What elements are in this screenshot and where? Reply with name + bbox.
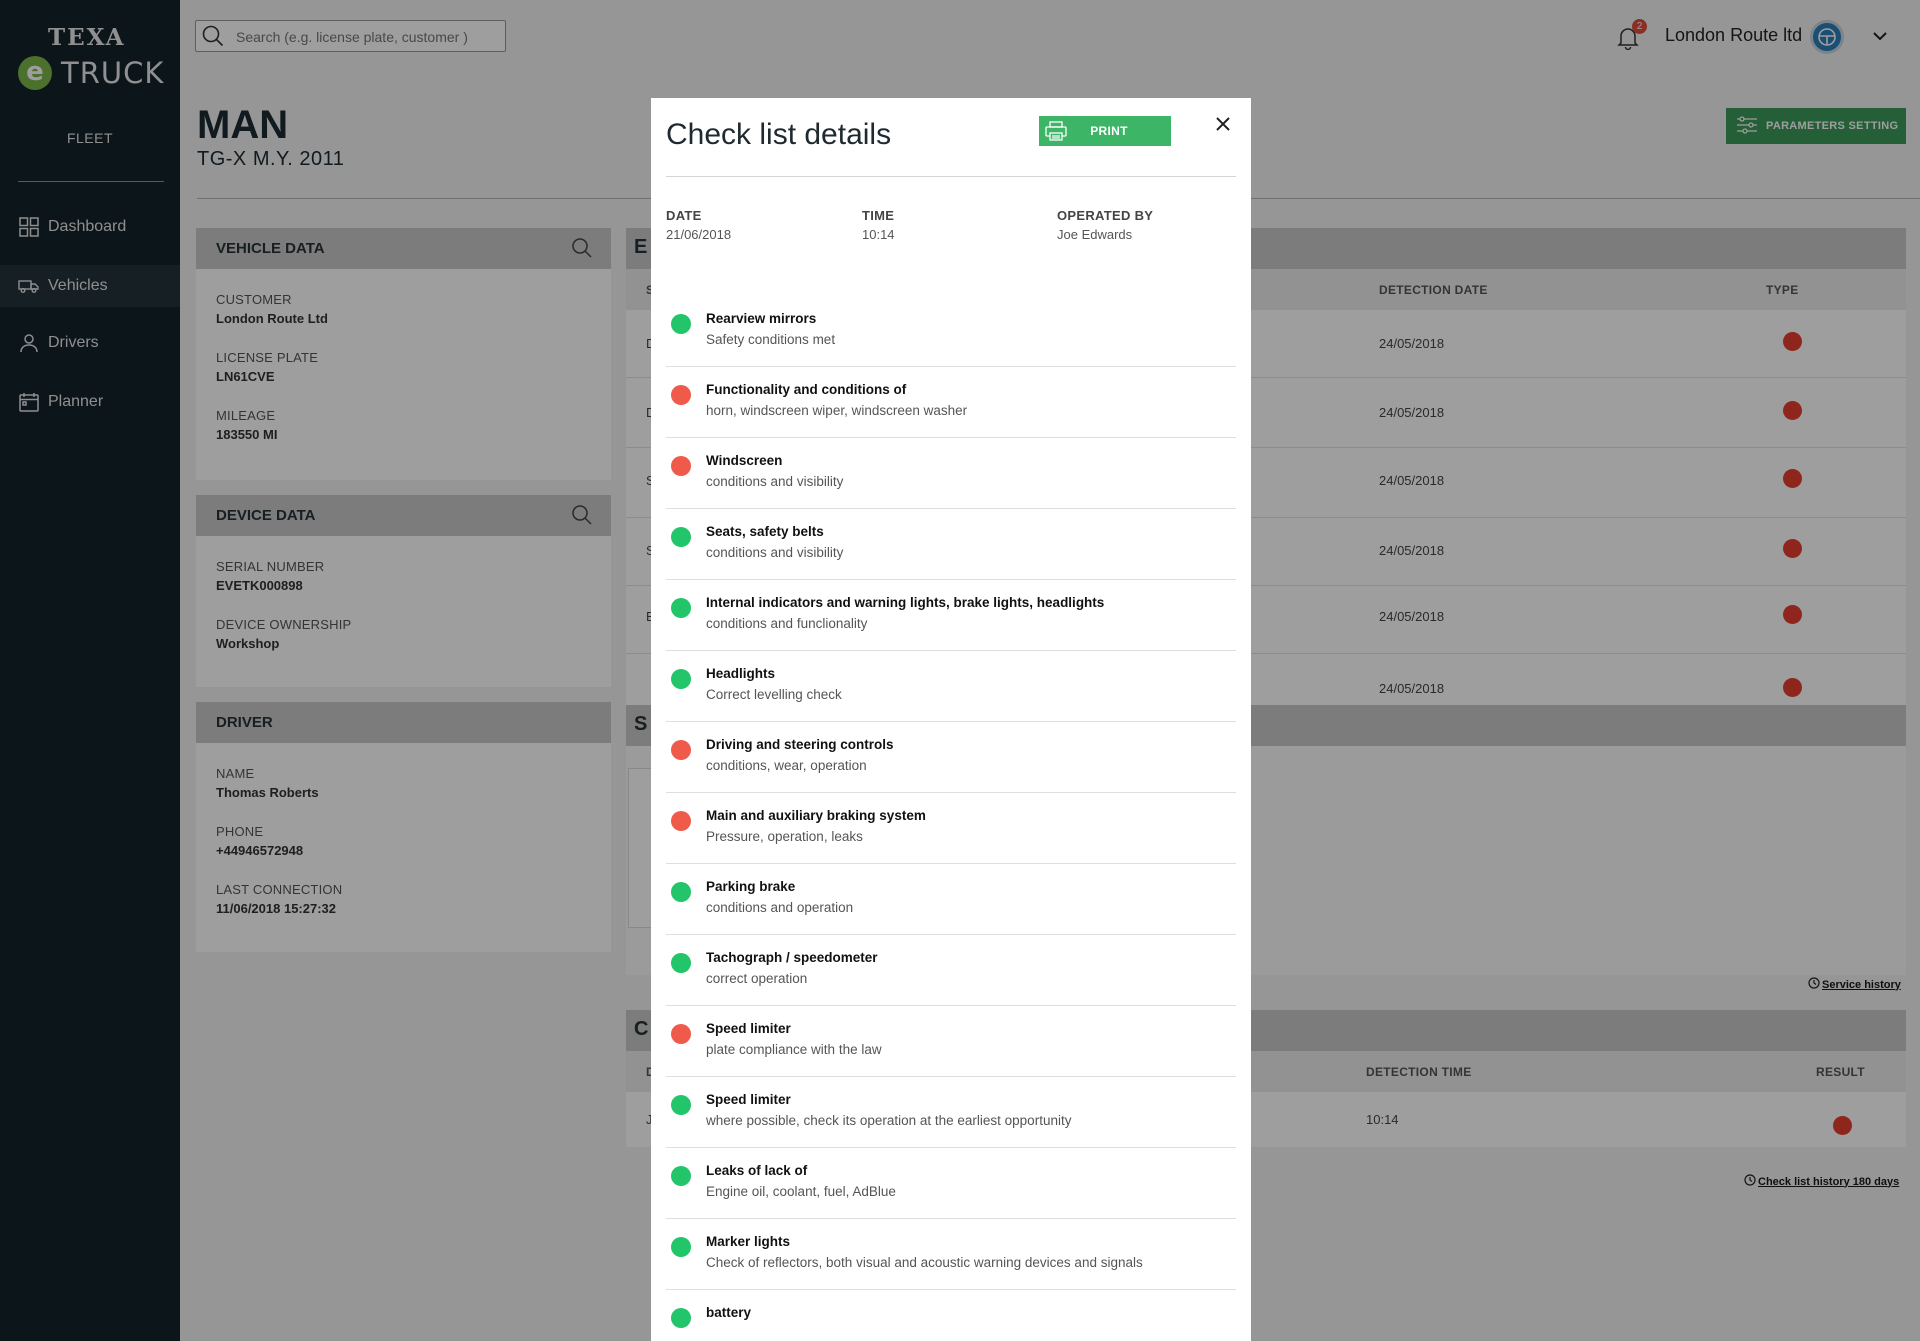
checklist-item: Speed limiter where possible, check its o… [666,1077,1236,1148]
checklist-item-title: Windscreen [706,453,783,468]
checklist-item-description: plate compliance with the law [706,1042,882,1057]
checklist-item: Driving and steering controls conditions,… [666,722,1236,793]
status-dot [671,811,691,831]
status-dot [671,456,691,476]
checklist-item-description: Engine oil, coolant, fuel, AdBlue [706,1184,896,1199]
status-dot [671,385,691,405]
status-dot [671,314,691,334]
status-dot [671,1237,691,1257]
checklist-item: Headlights Correct levelling check [666,651,1236,722]
checklist-item-title: Speed limiter [706,1092,791,1107]
meta-operated-by: OPERATED BY Joe Edwards [1057,208,1153,242]
checklist-item: Parking brake conditions and operation [666,864,1236,935]
checklist-item: Functionality and conditions of horn, win… [666,367,1236,438]
status-dot [671,1308,691,1328]
checklist-item-description: conditions and funclionality [706,616,868,631]
status-dot [671,527,691,547]
print-label: PRINT [1090,124,1128,138]
status-dot [671,1024,691,1044]
checklist-item-title: Rearview mirrors [706,311,817,326]
meta-value: 21/06/2018 [666,227,732,242]
checklist-item-description: Check of reflectors, both visual and aco… [706,1255,1143,1270]
status-dot [671,669,691,689]
checklist-item-title: Tachograph / speedometer [706,950,878,965]
checklist-item-title: Marker lights [706,1234,791,1249]
meta-value: 10:14 [862,227,895,242]
checklist-item: Speed limiter plate compliance with the l… [666,1006,1236,1077]
checklist-item-description: where possible, check its operation at t… [706,1113,1072,1128]
checklist-item-description: conditions and operation [706,900,854,915]
checklist-item-description: conditions and visibility [706,545,844,560]
status-dot [671,1166,691,1186]
checklist-item-title: Parking brake [706,879,796,894]
checklist-item-description: Safety conditions met [706,332,836,347]
checklist-item: Main and auxiliary braking system Pressur… [666,793,1236,864]
checklist-item: battery [666,1290,1236,1341]
checklist-item: Marker lights Check of reflectors, both v… [666,1219,1236,1290]
status-dot [671,953,691,973]
meta-time: TIME 10:14 [862,208,895,242]
printer-icon [1041,116,1071,146]
checklist-item: Rearview mirrors Safety conditions met [666,296,1236,367]
print-button[interactable]: PRINT [1039,116,1171,146]
checklist-item: Windscreen conditions and visibility [666,438,1236,509]
status-dot [671,882,691,902]
checklist-item-description: conditions, wear, operation [706,758,867,773]
checklist-item-title: Internal indicators and warning lights, … [706,595,1105,610]
close-icon[interactable] [1211,112,1235,136]
checklist-item-title: Functionality and conditions of [706,382,907,397]
checklist-item-description: correct operation [706,971,808,986]
checklist-item-title: battery [706,1305,752,1320]
checklist-item-title: Headlights [706,666,776,681]
checklist-item: Leaks of lack of Engine oil, coolant, fue… [666,1148,1236,1219]
checklist-item: Seats, safety belts conditions and visibi… [666,509,1236,580]
status-dot [671,740,691,760]
checklist-item-description: Correct levelling check [706,687,842,702]
checklist-item-title: Speed limiter [706,1021,791,1036]
meta-label: OPERATED BY [1057,208,1154,223]
checklist-item-title: Leaks of lack of [706,1163,808,1178]
meta-label: TIME [862,208,895,223]
checklist-items: Rearview mirrors Safety conditions met Fun… [666,296,1236,1341]
checklist-item: Internal indicators and warning lights, … [666,580,1236,651]
checklist-details-modal: Check list details PRINT DATE 21/06/2018… [651,98,1251,1341]
checklist-item-description: horn, windscreen wiper, windscreen washe… [706,403,968,418]
checklist-item-title: Seats, safety belts [706,524,824,539]
modal-title: Check list details [666,118,892,151]
meta-label: DATE [666,208,702,223]
checklist-item-title: Driving and steering controls [706,737,894,752]
meta-date: DATE 21/06/2018 [666,208,731,242]
meta-value: Joe Edwards [1057,227,1133,242]
status-dot [671,1095,691,1115]
checklist-item-description: Pressure, operation, leaks [706,829,863,844]
checklist-item-title: Main and auxiliary braking system [706,808,926,823]
modal-divider [666,176,1236,177]
status-dot [671,598,691,618]
checklist-item: Tachograph / speedometer correct operatio… [666,935,1236,1006]
checklist-item-description: conditions and visibility [706,474,844,489]
